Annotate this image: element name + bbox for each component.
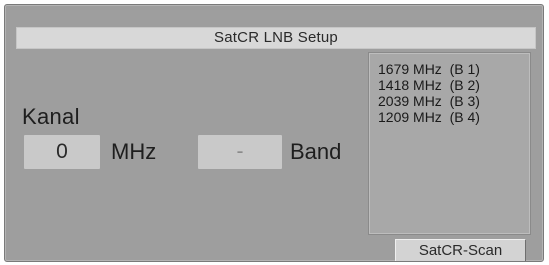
channel-label: Kanal xyxy=(22,104,80,129)
dialog-title: SatCR LNB Setup xyxy=(16,27,536,49)
band-field[interactable]: - xyxy=(198,135,282,169)
list-item-b4[interactable]: 1209 MHz (B 4) xyxy=(378,109,480,125)
list-item-b2[interactable]: 1418 MHz (B 2) xyxy=(378,77,480,93)
frequency-field[interactable]: 0 xyxy=(24,135,100,169)
list-item-b1[interactable]: 1679 MHz (B 1) xyxy=(378,61,480,77)
satcr-scan-button[interactable]: SatCR-Scan xyxy=(395,239,526,261)
frequency-list[interactable]: 1679 MHz (B 1) 1418 MHz (B 2) 2039 MHz (… xyxy=(368,52,531,235)
list-item-b3[interactable]: 2039 MHz (B 3) xyxy=(378,93,480,109)
setup-dialog: SatCR LNB Setup Kanal 0 MHz - Band 1679 … xyxy=(4,4,544,262)
band-unit-label: Band xyxy=(290,139,342,164)
frequency-unit-label: MHz xyxy=(111,139,157,164)
